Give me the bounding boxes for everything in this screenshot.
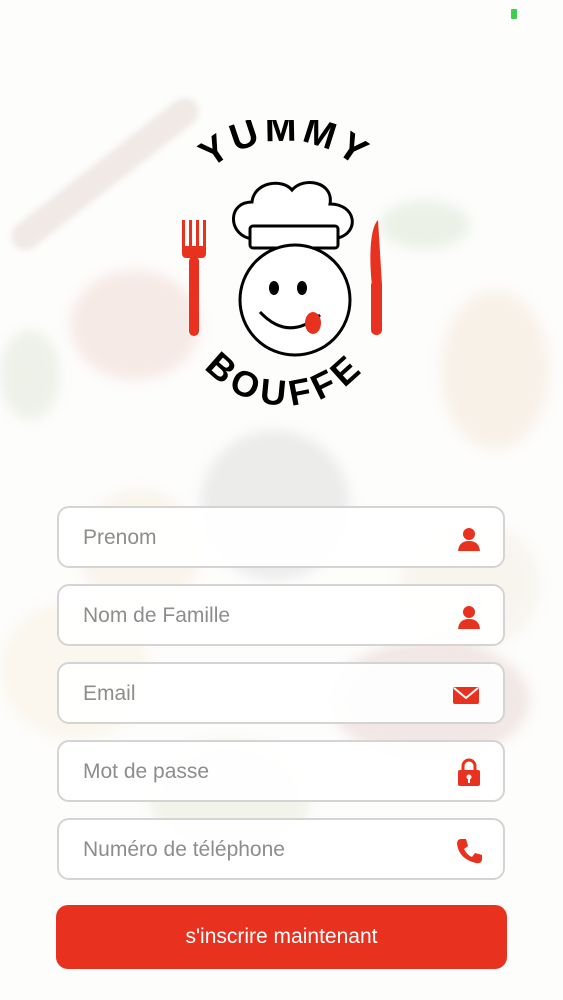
user-icon: [458, 528, 480, 551]
first-name-field[interactable]: [57, 506, 505, 568]
first-name-input[interactable]: [81, 508, 445, 568]
knife-icon: [370, 220, 382, 335]
email-input[interactable]: [81, 664, 445, 724]
battery-indicator: [511, 9, 517, 19]
fork-icon: [182, 220, 206, 336]
phone-input[interactable]: [81, 820, 445, 880]
envelope-icon: [453, 687, 479, 704]
email-field[interactable]: [57, 662, 505, 724]
user-icon: [458, 606, 480, 629]
svg-text:YUMMY: YUMMY: [192, 120, 378, 176]
password-field[interactable]: [57, 740, 505, 802]
smiley-face-icon: [238, 243, 352, 357]
chef-hat-icon: [232, 181, 354, 250]
last-name-field[interactable]: [57, 584, 505, 646]
lock-icon: [458, 758, 480, 786]
phone-icon: [457, 839, 482, 864]
phone-field[interactable]: [57, 818, 505, 880]
password-input[interactable]: [81, 742, 445, 802]
last-name-input[interactable]: [81, 586, 445, 646]
yummy-bouffe-logo: YUMMY BOUFFE: [170, 108, 400, 440]
signup-button[interactable]: s'inscrire maintenant: [56, 905, 507, 969]
